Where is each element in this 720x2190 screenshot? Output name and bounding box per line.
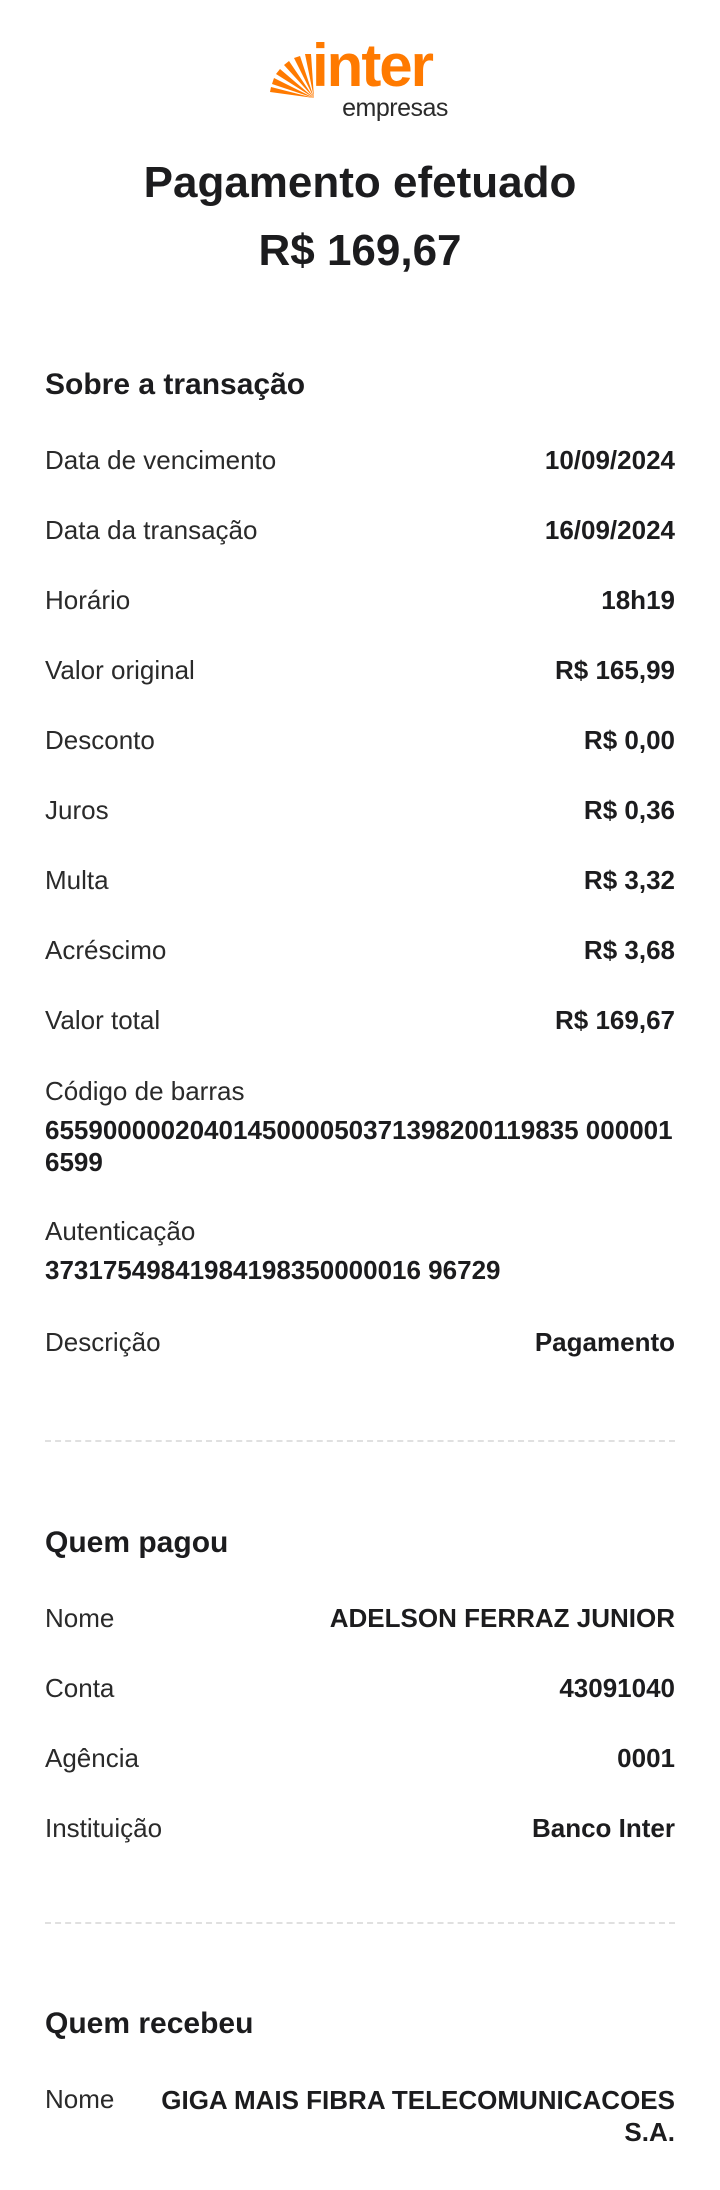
row-label-transaction-date: Data da transação [45, 515, 258, 545]
row-value-original-value: R$ 165,99 [555, 655, 675, 685]
brand-subtitle: empresas [342, 94, 448, 122]
row-value-payer-institution: Banco Inter [531, 1813, 675, 1843]
authentication-value: 37317549841984198350000016 96729 [45, 1255, 501, 1285]
inter-empresas-logo: inter empresas [0, 36, 720, 132]
row-label-due-date: Data de vencimento [45, 445, 277, 475]
row-value-total-value: R$ 169,67 [555, 1005, 675, 1035]
payment-amount: R$ 169,67 [258, 226, 462, 275]
row-value-fine: R$ 3,32 [583, 865, 675, 895]
section-divider [45, 1440, 675, 1442]
row-value-transaction-date: 16/09/2024 [544, 515, 675, 545]
row-value-receiver-name: GIGA MAIS FIBRA TELECOMUNICACOES S.A. [161, 2085, 675, 2147]
row-label-receiver-name: Nome [45, 2084, 115, 2114]
row-label-payer-institution: Instituição [45, 1813, 163, 1843]
row-label-addition: Acréscimo [45, 935, 167, 965]
row-value-time: 18h19 [601, 585, 675, 615]
brand-name: inter [312, 32, 434, 99]
row-value-discount: R$ 0,00 [583, 725, 675, 755]
row-value-addition: R$ 3,68 [583, 935, 675, 965]
row-label-payer-account: Conta [45, 1673, 115, 1703]
row-value-payer-name: ADELSON FERRAZ JUNIOR [329, 1603, 675, 1633]
row-label-description: Descrição [45, 1327, 161, 1357]
page-title: Pagamento efetuado [143, 158, 577, 207]
row-value-due-date: 10/09/2024 [544, 445, 675, 475]
barcode-label: Código de barras [45, 1076, 245, 1106]
authentication-label: Autenticação [45, 1216, 196, 1246]
row-label-total-value: Valor total [45, 1005, 161, 1035]
row-label-payer-name: Nome [45, 1603, 115, 1633]
barcode-value: 6559000002040145000050371398200119835 00… [45, 1115, 673, 1177]
row-value-payer-agency: 0001 [617, 1743, 675, 1773]
row-label-original-value: Valor original [45, 655, 195, 685]
row-value-payer-account: 43091040 [559, 1673, 675, 1703]
section-divider [45, 1922, 675, 1924]
section-title-receiver: Quem recebeu [45, 2007, 254, 2040]
section-title-transaction: Sobre a transação [45, 368, 306, 401]
row-label-payer-agency: Agência [45, 1743, 139, 1773]
row-value-interest: R$ 0,36 [583, 795, 675, 825]
row-label-interest: Juros [45, 795, 109, 825]
sun-rays-icon [270, 54, 314, 98]
row-value-description: Pagamento [534, 1327, 675, 1357]
row-label-discount: Desconto [45, 725, 155, 755]
row-label-fine: Multa [45, 865, 109, 895]
section-title-payer: Quem pagou [45, 1526, 229, 1559]
row-label-time: Horário [45, 585, 131, 615]
